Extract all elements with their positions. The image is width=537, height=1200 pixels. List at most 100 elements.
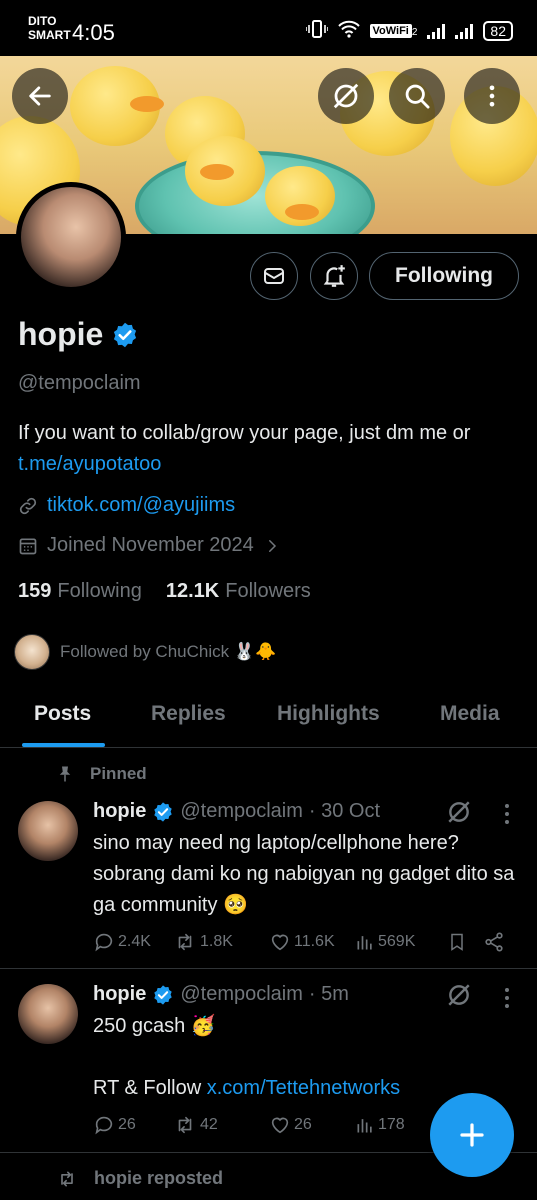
views-icon [357,936,372,950]
active-tab-indicator [22,743,105,747]
post-header: hopie @tempoclaim · 30 Oct [93,800,380,823]
reply-count: 26 [118,1116,136,1133]
following-label: Following [57,580,142,602]
followers-label: Followers [225,580,311,602]
joined-date: Joined November 2024 [47,534,254,556]
profile-name-row: hopie [18,316,139,353]
followed-by-row[interactable]: Followed by ChuChick 🐰🐥 [14,634,276,670]
link-icon [19,497,37,514]
view-count: 178 [378,1116,405,1133]
views-button[interactable]: 569K [355,932,447,952]
follower-avatar [14,634,50,670]
share-icon [485,932,503,952]
post-link[interactable]: x.com/Tettehnetworks [207,1077,400,1099]
status-bar: DITO SMART 4:05 VoWiFi 2 82 [0,0,537,56]
grok-icon[interactable] [446,982,472,1008]
post-text: 250 gcash 🥳 RT & Follow x.com/Tettehnetw… [93,1011,523,1104]
status-icons: VoWiFi 2 82 [304,20,513,41]
verified-badge-icon[interactable] [111,321,139,349]
more-options-button[interactable] [464,68,520,124]
post-divider [0,968,537,969]
joined-row[interactable]: Joined November 2024 [18,534,281,557]
repost-count: 1.8K [200,933,233,950]
post-header: hopie @tempoclaim · 5m [93,983,349,1006]
chevron-right-icon [268,539,276,552]
verified-badge-icon [154,984,173,1005]
like-count: 11.6K [294,933,335,950]
vowifi-sub: 2 [411,26,418,38]
grok-icon [333,83,359,109]
followers-count-link[interactable]: 12.1K Followers [166,580,311,603]
signal-icon-2 [455,23,474,39]
reply-icon [95,1116,113,1135]
repost-button[interactable]: 1.8K [173,931,269,953]
views-icon [357,1119,372,1133]
tab-replies[interactable]: Replies [151,702,226,726]
bookmark-button[interactable] [447,931,483,953]
signal-icon [427,23,446,39]
followed-by-text: Followed by ChuChick 🐰🐥 [60,642,277,661]
search-icon [405,84,430,109]
carrier-line1: DITO [28,14,57,28]
post-author-name[interactable]: hopie [93,800,146,823]
post-avatar[interactable] [18,984,78,1044]
back-button[interactable] [12,68,68,124]
profile-name: hopie [18,316,104,352]
battery-indicator: 82 [483,20,513,41]
status-time: 4:05 [72,20,115,45]
following-button[interactable]: Following [369,252,519,300]
repost-icon [178,1116,192,1134]
profile-bio: If you want to collab/grow your page, ju… [18,418,523,480]
profile-tabs: Posts Replies Highlights Media [0,688,537,748]
reply-count: 2.4K [118,933,151,950]
followers-count: 12.1K [165,580,220,602]
banner-beak [130,96,164,112]
tab-media[interactable]: Media [440,702,500,726]
website-link[interactable]: tiktok.com/@ayujiims [47,494,235,517]
heart-icon [271,1117,289,1134]
post-text-prefix: RT & Follow [93,1077,207,1099]
message-button[interactable] [250,252,298,300]
grok-button[interactable] [318,68,374,124]
website-row: tiktok.com/@ayujiims [18,494,235,517]
tab-posts[interactable]: Posts [34,702,91,726]
reply-button[interactable]: 2.4K [93,931,173,953]
banner-beak [285,204,319,220]
more-vertical-icon [489,85,495,107]
notifications-button[interactable] [310,252,358,300]
pin-icon [59,766,71,782]
post-text-line: 250 gcash 🥳 [93,1015,216,1037]
pinned-label: Pinned [90,764,147,783]
tab-highlights[interactable]: Highlights [277,702,380,726]
post-author-handle: @tempoclaim [180,800,303,822]
following-count-link[interactable]: 159 Following [18,580,142,603]
repost-button[interactable]: 42 [173,1114,269,1136]
bio-link[interactable]: t.me/ayupotatoo [18,453,161,475]
arrow-left-icon [29,86,51,106]
reply-button[interactable]: 26 [93,1114,173,1136]
bookmark-icon [451,933,463,951]
repost-notice: hopie reposted [56,1168,223,1189]
share-button[interactable] [483,931,505,953]
carrier-label: DITO SMART [28,14,71,42]
carrier-line2: SMART [28,28,71,42]
follow-counts: 159 Following 12.1K Followers [18,580,311,603]
like-button[interactable]: 26 [269,1114,355,1136]
post-menu-button[interactable] [504,804,510,824]
post-menu-button[interactable] [504,988,510,1008]
like-button[interactable]: 11.6K [269,931,355,953]
banner-beak [200,164,234,180]
heart-icon [271,934,289,951]
plus-icon [460,1123,484,1147]
search-button[interactable] [389,68,445,124]
compose-post-button[interactable] [430,1093,514,1177]
post-actions: 2.4K 1.8K 11.6K 569K [93,931,513,953]
profile-handle: @tempoclaim [18,372,141,394]
profile-avatar[interactable] [16,182,126,292]
post-author-name[interactable]: hopie [93,983,146,1006]
grok-icon[interactable] [446,799,472,825]
vowifi-badge: VoWiFi [369,23,412,38]
like-count: 26 [294,1116,312,1133]
post-avatar[interactable] [18,801,78,861]
envelope-icon [264,268,284,284]
